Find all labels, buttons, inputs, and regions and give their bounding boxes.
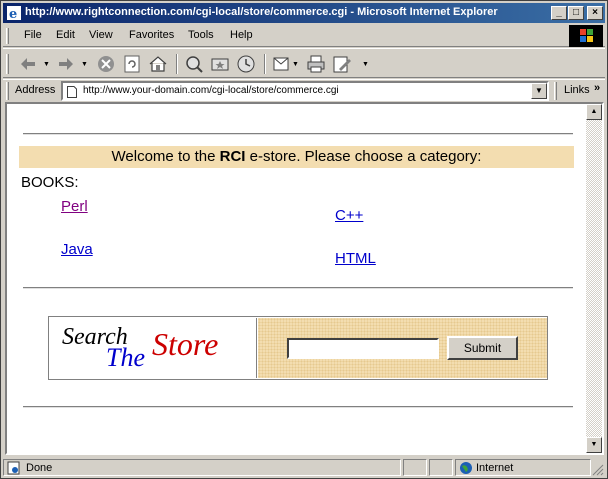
zone-text: Internet <box>476 462 514 474</box>
title-bar[interactable]: e http://www.rightconnection.com/cgi-loc… <box>3 3 605 23</box>
address-dropdown-button[interactable]: ▼ <box>531 83 547 99</box>
forward-dropdown-icon[interactable]: ▼ <box>81 61 88 68</box>
web-page: Welcome to the RCI e-store. Please choos… <box>7 104 588 453</box>
scroll-down-button[interactable]: ▼ <box>586 437 602 453</box>
toolbar-grip[interactable] <box>6 54 9 74</box>
menu-help[interactable]: Help <box>230 29 253 41</box>
category-link-java[interactable]: Java <box>61 241 93 258</box>
internet-explorer-icon: e <box>6 5 22 22</box>
search-input[interactable] <box>287 338 439 359</box>
horizontal-rule <box>23 133 573 135</box>
submit-button[interactable]: Submit <box>447 336 518 360</box>
stop-icon[interactable] <box>95 53 117 75</box>
standard-toolbar: ▼ ▼ ▼ ▼ <box>3 48 605 78</box>
menu-edit[interactable]: Edit <box>56 29 75 41</box>
category-link-perl[interactable]: Perl <box>61 198 88 215</box>
status-panel <box>429 459 453 476</box>
welcome-banner: Welcome to the RCI e-store. Please choos… <box>19 146 574 168</box>
address-grip[interactable] <box>6 82 9 100</box>
status-panel: Done <box>3 459 401 476</box>
content-viewport: Welcome to the RCI e-store. Please choos… <box>5 102 604 455</box>
search-icon[interactable] <box>183 53 205 75</box>
browser-window: e http://www.rightconnection.com/cgi-loc… <box>0 0 608 479</box>
horizontal-rule <box>23 406 573 408</box>
search-form: Submit <box>258 318 547 378</box>
links-chevron-icon[interactable]: » <box>594 82 600 94</box>
close-button[interactable]: × <box>587 6 603 20</box>
refresh-icon[interactable] <box>121 53 143 75</box>
page-done-icon <box>7 461 21 475</box>
search-box: Search The Store Submit <box>48 316 548 380</box>
back-icon[interactable] <box>17 53 39 75</box>
status-text: Done <box>26 462 53 474</box>
welcome-brand: RCI <box>219 148 246 165</box>
zone-panel: Internet <box>455 459 591 476</box>
menu-bar: File Edit View Favorites Tools Help <box>3 25 605 47</box>
home-icon[interactable] <box>147 53 169 75</box>
logo-word-the: The <box>106 343 145 372</box>
globe-icon <box>459 461 473 475</box>
mail-icon[interactable] <box>271 53 293 75</box>
address-bar: Address http://www.your-domain.com/cgi-l… <box>3 79 605 101</box>
page-icon <box>67 86 77 98</box>
forward-icon[interactable] <box>55 53 77 75</box>
back-dropdown-icon[interactable]: ▼ <box>43 61 50 68</box>
menu-grip[interactable] <box>6 28 9 44</box>
maximize-button[interactable]: □ <box>568 6 584 20</box>
horizontal-rule <box>23 287 573 289</box>
books-heading: BOOKS: <box>21 174 79 191</box>
scroll-up-button[interactable]: ▲ <box>586 104 602 120</box>
edit-dropdown-icon[interactable]: ▼ <box>362 61 369 68</box>
status-panel <box>403 459 427 476</box>
edit-icon[interactable] <box>331 53 353 75</box>
vertical-scrollbar[interactable]: ▲ ▼ <box>586 104 602 453</box>
menu-view[interactable]: View <box>89 29 113 41</box>
toolbar-separator <box>264 54 266 74</box>
favorites-icon[interactable] <box>209 53 231 75</box>
windows-logo-icon <box>569 25 603 47</box>
status-bar: Done Internet <box>3 457 605 477</box>
logo-word-store: Store <box>152 326 218 362</box>
welcome-suffix: e-store. Please choose a category: <box>245 148 482 165</box>
minimize-button[interactable]: _ <box>551 6 567 20</box>
mail-dropdown-icon[interactable]: ▼ <box>292 61 299 68</box>
print-icon[interactable] <box>305 53 327 75</box>
toolbar-separator <box>176 54 178 74</box>
resize-grip-icon[interactable] <box>592 464 604 476</box>
window-title: http://www.rightconnection.com/cgi-local… <box>25 6 498 18</box>
menu-file[interactable]: File <box>24 29 42 41</box>
address-url: http://www.your-domain.com/cgi-local/sto… <box>83 85 339 96</box>
address-input[interactable]: http://www.your-domain.com/cgi-local/sto… <box>61 81 549 101</box>
search-the-store-logo: Search The Store <box>50 318 257 378</box>
svg-text:e: e <box>9 7 17 21</box>
category-link-html[interactable]: HTML <box>335 250 376 267</box>
welcome-prefix: Welcome to the <box>111 148 220 165</box>
menu-tools[interactable]: Tools <box>188 29 214 41</box>
address-label: Address <box>15 84 56 96</box>
category-link-cpp[interactable]: C++ <box>335 207 363 224</box>
history-icon[interactable] <box>235 53 257 75</box>
links-separator <box>554 82 557 100</box>
links-button[interactable]: Links <box>564 84 590 96</box>
menu-favorites[interactable]: Favorites <box>129 29 174 41</box>
